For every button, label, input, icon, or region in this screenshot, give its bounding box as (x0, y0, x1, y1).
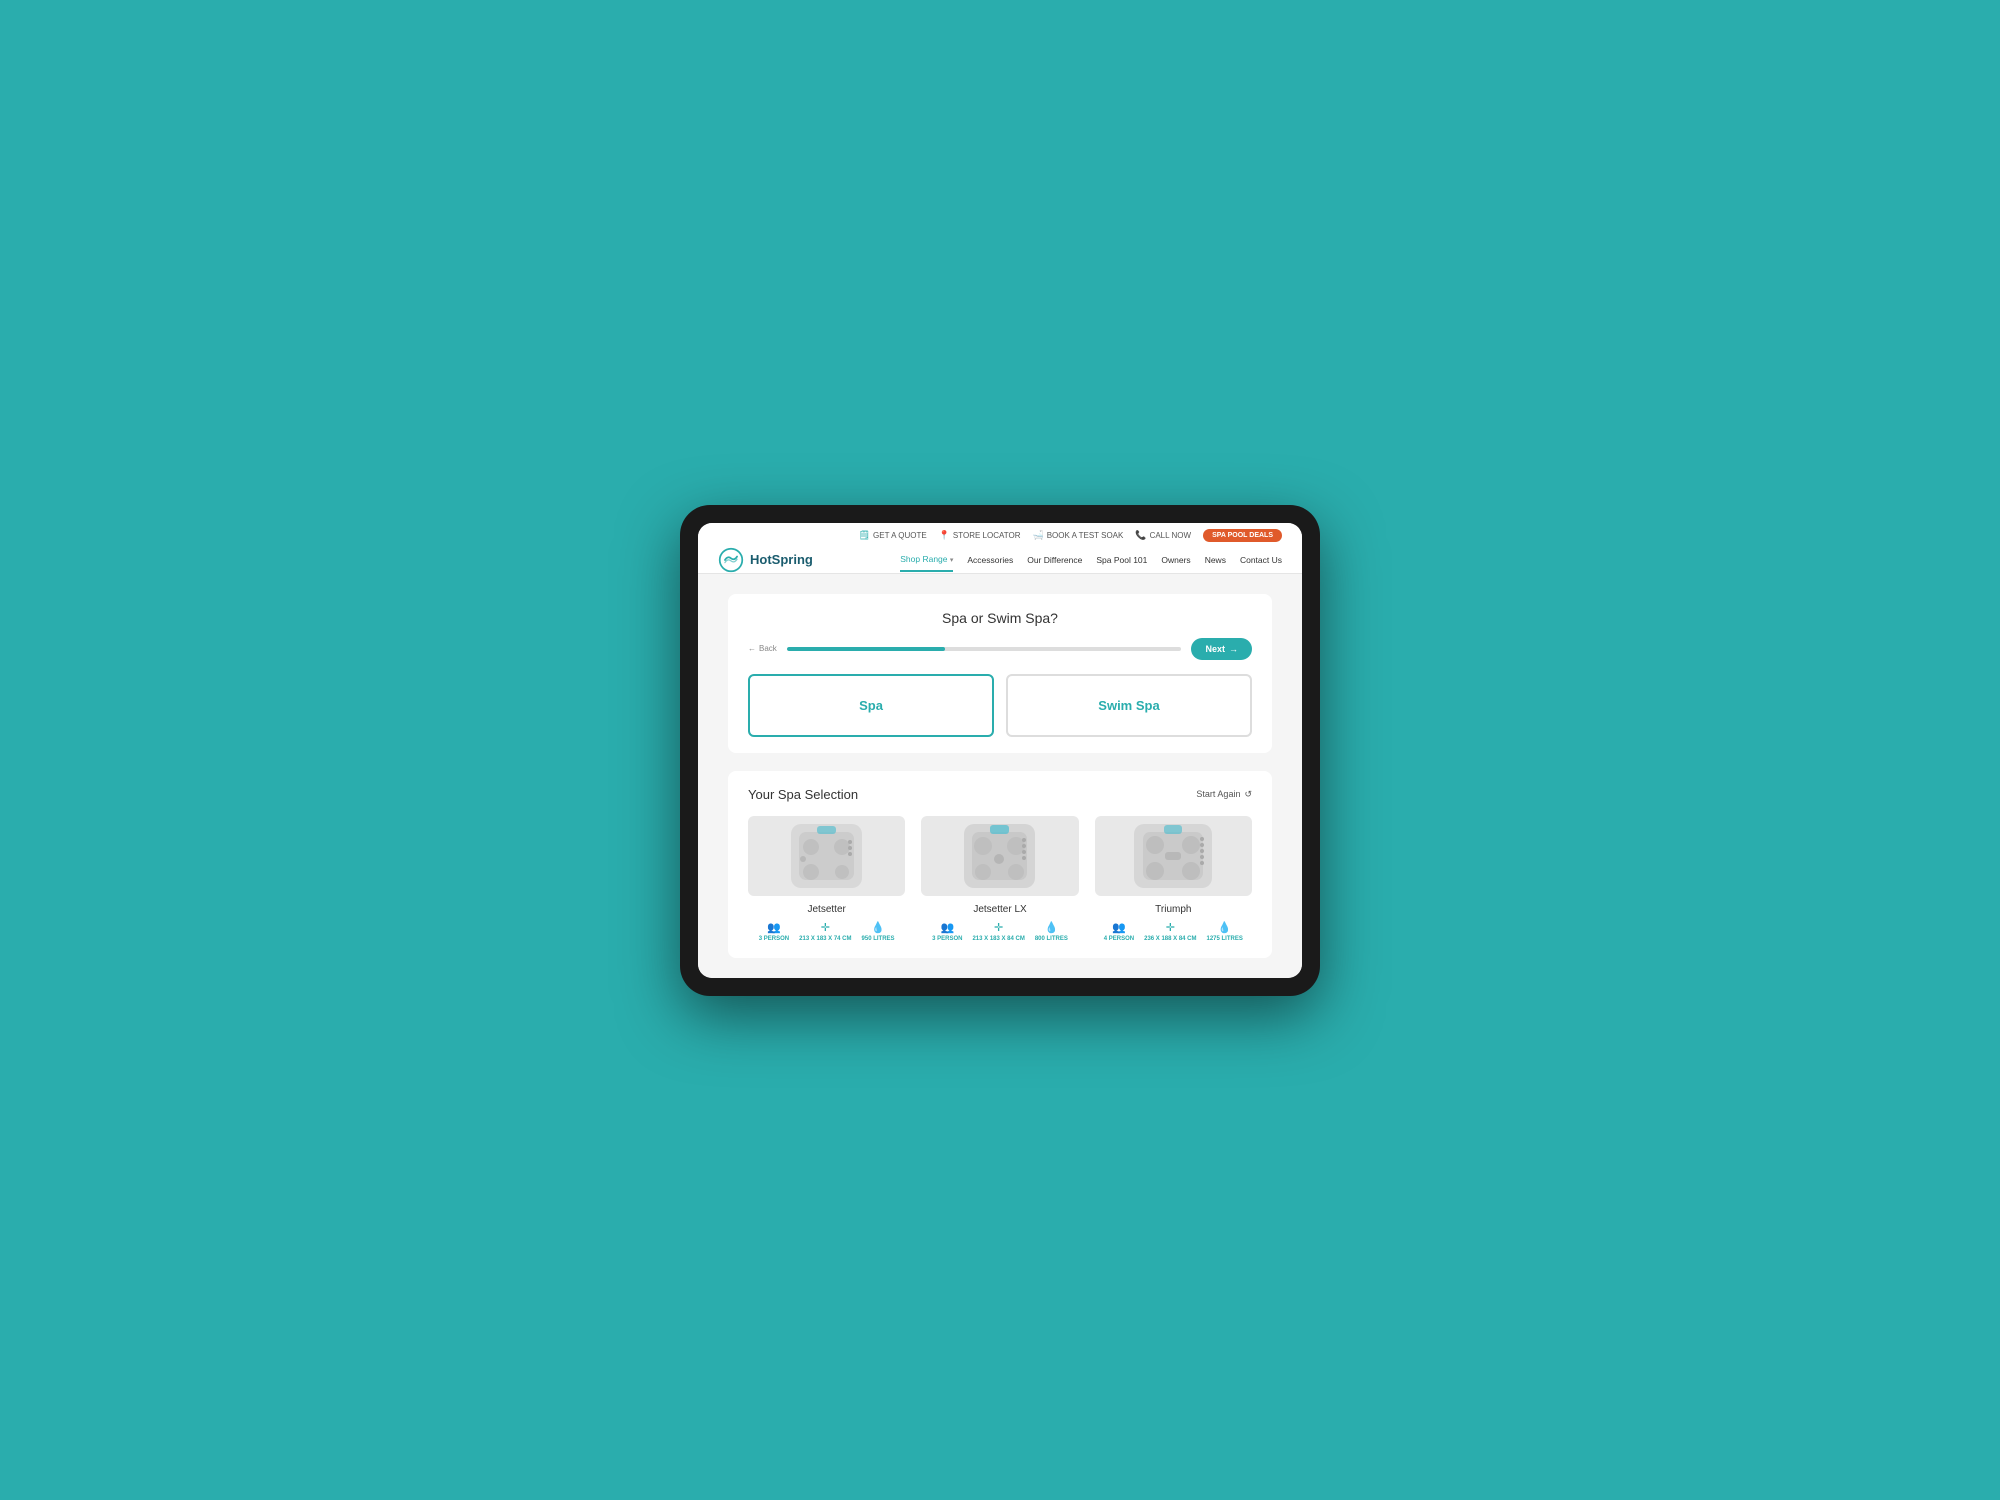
jetsetter-image (748, 816, 905, 896)
triumph-dimensions-spec: ✛ 236 X 188 X 84 CM (1144, 921, 1196, 942)
chevron-down-icon: ▾ (950, 557, 954, 564)
quiz-navigation: ← Back Next → (748, 638, 1252, 660)
jetsetter-lx-specs: 👥 3 PERSON ✛ 213 X 183 X 84 CM 💧 800 LIT… (921, 921, 1078, 942)
lx-litres-icon: 💧 (1045, 921, 1059, 934)
refresh-icon: ↺ (1244, 789, 1252, 800)
nav-our-difference[interactable]: Our Difference (1027, 555, 1082, 571)
jetsetter-spa-art (789, 822, 864, 890)
phone-icon: 📞 (1135, 530, 1146, 541)
call-now-label: CALL NOW (1150, 531, 1192, 540)
jetsetter-lx-image (921, 816, 1078, 896)
get-a-quote-link[interactable]: 🗒 GET A QUOTE (859, 530, 927, 541)
triumph-spa-art (1132, 822, 1214, 890)
spa-selection-section: Your Spa Selection Start Again ↺ (728, 771, 1272, 958)
navigation: 🗒 GET A QUOTE 📍 STORE LOCATOR 🛁 BOOK A T… (698, 523, 1302, 574)
tablet-screen: 🗒 GET A QUOTE 📍 STORE LOCATOR 🛁 BOOK A T… (698, 523, 1302, 978)
next-label: Next (1205, 644, 1225, 654)
triumph-litres-spec: 💧 1275 LITRES (1207, 921, 1243, 942)
jetsetter-lx-persons-label: 3 PERSON (932, 936, 962, 942)
triumph-persons-label: 4 PERSON (1104, 936, 1134, 942)
jetsetter-lx-litres-spec: 💧 800 LITRES (1035, 921, 1068, 942)
triumph-specs: 👥 4 PERSON ✛ 236 X 188 X 84 CM 💧 1275 LI… (1095, 921, 1252, 942)
spa-selection-header: Your Spa Selection Start Again ↺ (748, 787, 1252, 802)
jetsetter-lx-name: Jetsetter LX (921, 904, 1078, 915)
test-soak-icon: 🛁 (1033, 530, 1044, 541)
book-test-soak-link[interactable]: 🛁 BOOK A TEST SOAK (1033, 530, 1124, 541)
back-label: Back (759, 644, 777, 653)
dimensions-icon: ✛ (821, 921, 830, 934)
spa-card-jetsetter[interactable]: Jetsetter 👥 3 PERSON ✛ 213 X 183 X 74 CM (748, 816, 905, 942)
jetsetter-litres-label: 950 LITRES (862, 936, 895, 942)
jetsetter-specs: 👥 3 PERSON ✛ 213 X 183 X 74 CM 💧 950 LIT… (748, 921, 905, 942)
start-again-button[interactable]: Start Again ↺ (1196, 789, 1252, 800)
logo-row: HotSpring Shop Range ▾ Accessories Our D… (718, 547, 1282, 573)
logo[interactable]: HotSpring (718, 547, 813, 573)
lx-dimensions-icon: ✛ (994, 921, 1003, 934)
main-nav: Shop Range ▾ Accessories Our Difference … (900, 548, 1282, 572)
triumph-dimensions-icon: ✛ (1166, 921, 1175, 934)
spa-cards: Jetsetter 👥 3 PERSON ✛ 213 X 183 X 74 CM (748, 816, 1252, 942)
nav-news[interactable]: News (1205, 555, 1226, 571)
locator-icon: 📍 (939, 530, 950, 541)
jetsetter-lx-persons-spec: 👥 3 PERSON (932, 921, 962, 942)
jetsetter-lx-dimensions-label: 213 X 183 X 84 CM (972, 936, 1024, 942)
logo-icon (718, 547, 744, 573)
tablet-frame: 🗒 GET A QUOTE 📍 STORE LOCATOR 🛁 BOOK A T… (680, 505, 1320, 996)
quiz-title: Spa or Swim Spa? (748, 610, 1252, 626)
logo-text: HotSpring (750, 552, 813, 567)
call-now-link[interactable]: 📞 CALL NOW (1135, 530, 1191, 541)
start-again-label: Start Again (1196, 789, 1240, 799)
store-locator-label: STORE LOCATOR (953, 531, 1021, 540)
next-button[interactable]: Next → (1191, 638, 1252, 660)
persons-icon: 👥 (767, 921, 781, 934)
quiz-options: Spa Swim Spa (748, 674, 1252, 737)
jetsetter-lx-litres-label: 800 LITRES (1035, 936, 1068, 942)
quiz-section: Spa or Swim Spa? ← Back Next → (728, 594, 1272, 753)
nav-accessories[interactable]: Accessories (967, 555, 1013, 571)
triumph-dimensions-label: 236 X 188 X 84 CM (1144, 936, 1196, 942)
triumph-litres-icon: 💧 (1218, 921, 1232, 934)
option-spa-label: Spa (859, 698, 883, 713)
jetsetter-litres-spec: 💧 950 LITRES (862, 921, 895, 942)
jetsetter-lx-spa-art (962, 822, 1037, 890)
get-a-quote-label: GET A QUOTE (873, 531, 927, 540)
triumph-name: Triumph (1095, 904, 1252, 915)
spa-card-triumph[interactable]: Triumph 👥 4 PERSON ✛ 236 X 188 X 84 CM (1095, 816, 1252, 942)
back-arrow-icon: ← (748, 644, 756, 653)
nav-shop-range[interactable]: Shop Range ▾ (900, 554, 953, 572)
spa-selection-title: Your Spa Selection (748, 787, 858, 802)
triumph-litres-label: 1275 LITRES (1207, 936, 1243, 942)
store-locator-link[interactable]: 📍 STORE LOCATOR (939, 530, 1021, 541)
jetsetter-persons-label: 3 PERSON (759, 936, 789, 942)
option-swim-spa-label: Swim Spa (1098, 698, 1159, 713)
jetsetter-dimensions-label: 213 X 183 X 74 CM (799, 936, 851, 942)
option-swim-spa[interactable]: Swim Spa (1006, 674, 1252, 737)
next-arrow-icon: → (1229, 644, 1238, 654)
jetsetter-lx-dimensions-spec: ✛ 213 X 183 X 84 CM (972, 921, 1024, 942)
progress-bar-fill (787, 647, 945, 651)
jetsetter-persons-spec: 👥 3 PERSON (759, 921, 789, 942)
nav-spa-pool-101[interactable]: Spa Pool 101 (1096, 555, 1147, 571)
progress-bar (787, 647, 1182, 651)
nav-contact-us[interactable]: Contact Us (1240, 555, 1282, 571)
nav-owners[interactable]: Owners (1161, 555, 1190, 571)
triumph-persons-icon: 👥 (1112, 921, 1126, 934)
triumph-persons-spec: 👥 4 PERSON (1104, 921, 1134, 942)
spa-card-jetsetter-lx[interactable]: Jetsetter LX 👥 3 PERSON ✛ 213 X 183 X 84… (921, 816, 1078, 942)
quote-icon: 🗒 (859, 530, 870, 541)
book-test-soak-label: BOOK A TEST SOAK (1047, 531, 1124, 540)
jetsetter-dimensions-spec: ✛ 213 X 183 X 74 CM (799, 921, 851, 942)
option-spa[interactable]: Spa (748, 674, 994, 737)
utility-nav: 🗒 GET A QUOTE 📍 STORE LOCATOR 🛁 BOOK A T… (718, 529, 1282, 547)
triumph-image (1095, 816, 1252, 896)
main-content: Spa or Swim Spa? ← Back Next → (698, 574, 1302, 978)
lx-persons-icon: 👥 (940, 921, 954, 934)
spa-pool-deals-button[interactable]: SPA POOL DEALS (1203, 529, 1282, 542)
back-button[interactable]: ← Back (748, 644, 777, 653)
jetsetter-name: Jetsetter (748, 904, 905, 915)
litres-icon: 💧 (871, 921, 885, 934)
